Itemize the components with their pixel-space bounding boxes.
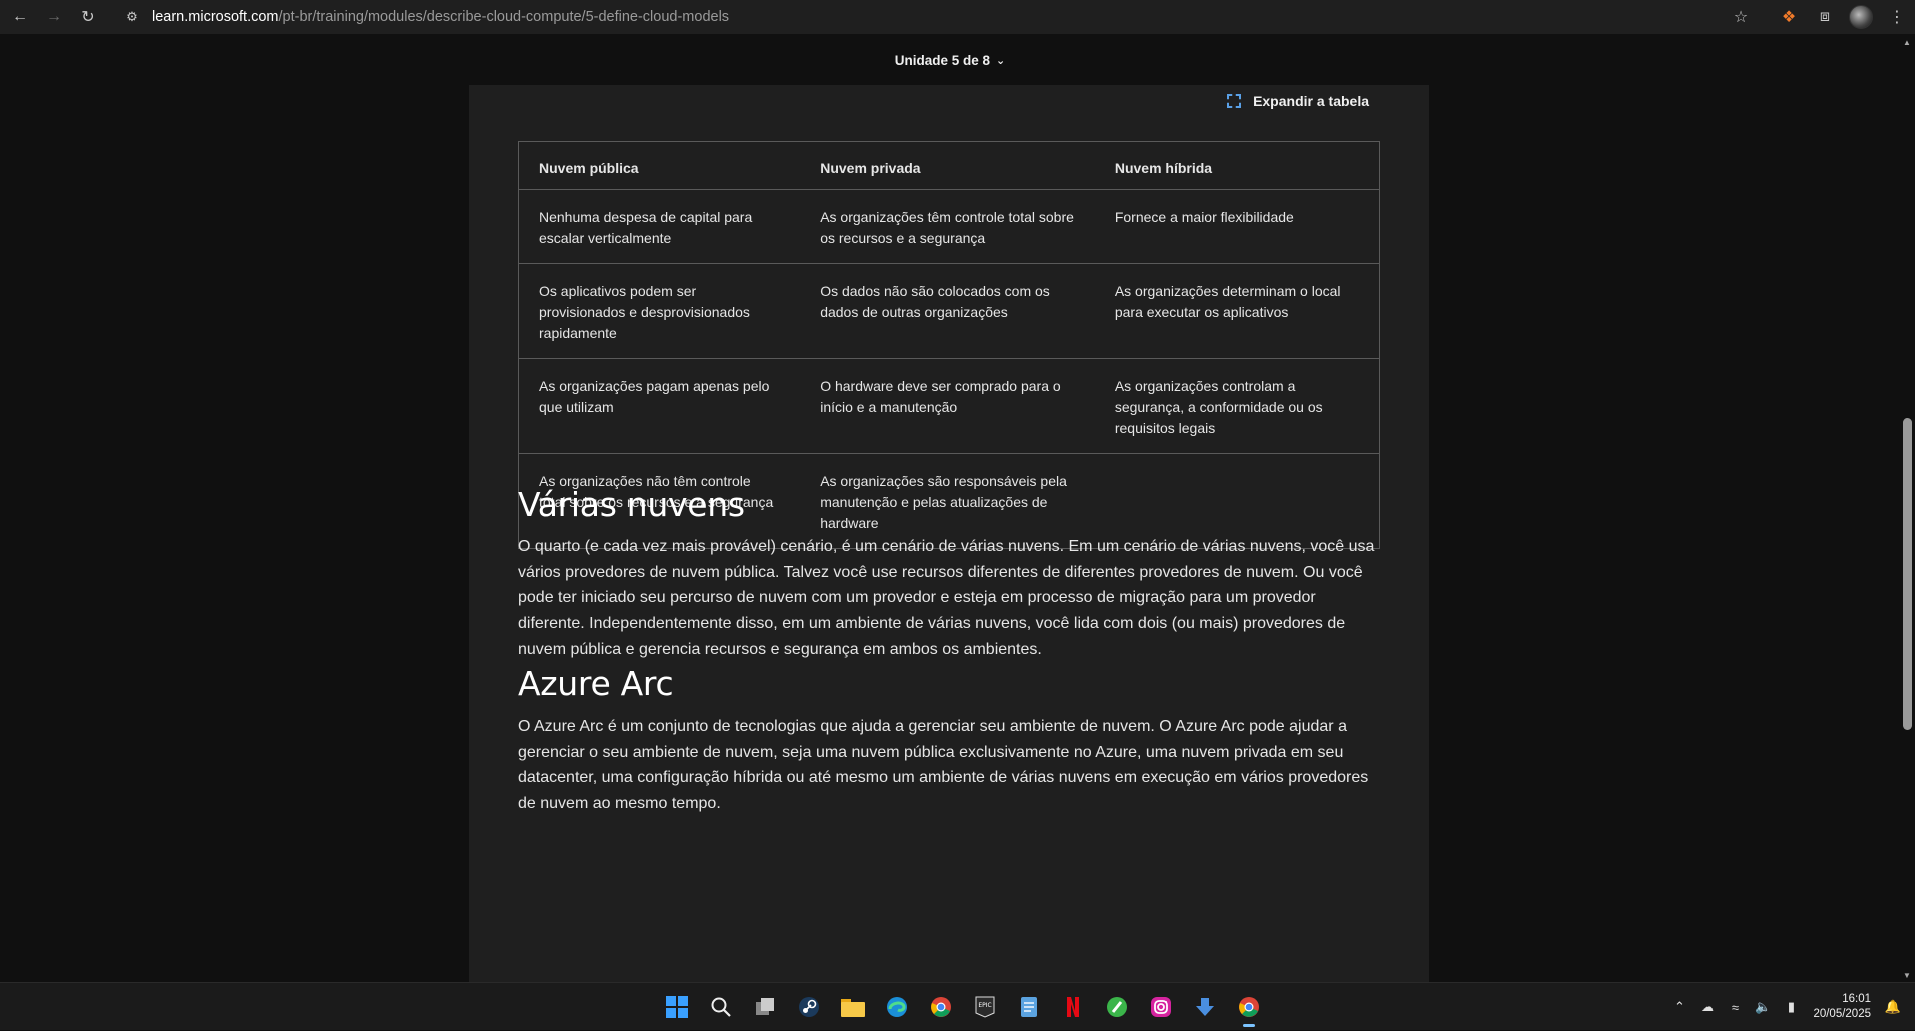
section-heading-multicloud: Várias nuvens [518, 485, 745, 524]
metamask-extension-icon[interactable]: ❖ [1771, 3, 1807, 31]
profile-avatar[interactable] [1843, 3, 1879, 31]
scroll-up-arrow-icon[interactable]: ▲ [1903, 38, 1911, 47]
browser-menu-icon[interactable]: ⋮ [1879, 3, 1915, 31]
table-cell: O hardware deve ser comprado para o iníc… [800, 358, 1095, 454]
notification-bell-icon[interactable]: 🔔 [1881, 995, 1905, 1019]
instagram-icon[interactable] [1139, 987, 1183, 1027]
table-cell: As organizações controlam a segurança, a… [1094, 358, 1380, 454]
address-bar[interactable]: ⚙ learn.microsoft.com/pt-br/training/mod… [122, 3, 1682, 31]
bookmark-star-icon[interactable]: ☆ [1723, 3, 1759, 31]
article-content: Expandir a tabela Nuvem pública Nuvem pr… [469, 85, 1429, 982]
table-cell: Os aplicativos podem ser provisionados e… [518, 263, 801, 359]
scrollbar-thumb[interactable] [1903, 418, 1912, 730]
system-clock[interactable]: 16:01 20/05/2025 [1813, 992, 1871, 1022]
battery-icon[interactable]: ▮ [1779, 995, 1803, 1019]
fullscreen-icon [1227, 94, 1242, 108]
search-icon[interactable] [699, 987, 743, 1027]
section-body-azure-arc: O Azure Arc é um conjunto de tecnologias… [518, 718, 1369, 813]
clock-time: 16:01 [1842, 993, 1871, 1005]
netflix-icon[interactable] [1051, 987, 1095, 1027]
table-row: Nenhuma despesa de capital para escalar … [518, 189, 1380, 264]
extensions-puzzle-icon[interactable]: ⧈ [1807, 3, 1843, 31]
table-cell: As organizações têm controle total sobre… [800, 189, 1095, 264]
reload-icon[interactable]: ↻ [74, 3, 102, 31]
task-view-icon[interactable] [743, 987, 787, 1027]
svg-text:EPIC: EPIC [978, 1002, 991, 1009]
chrome-active-icon[interactable] [1227, 987, 1271, 1027]
browser-toolbar: ← → ↻ ⚙ learn.microsoft.com/pt-br/traini… [0, 0, 1915, 34]
table-cell: As organizações pagam apenas pelo que ut… [518, 358, 801, 454]
table-cell: Nenhuma despesa de capital para escalar … [518, 189, 801, 264]
column-header: Nuvem híbrida [1094, 141, 1380, 190]
page-viewport: Unidade 5 de 8 ⌄ Expandir a tabela Nuvem… [0, 34, 1915, 982]
column-header: Nuvem privada [800, 141, 1095, 190]
column-header: Nuvem pública [518, 141, 801, 190]
chevron-up-icon[interactable]: ⌃ [1667, 995, 1691, 1019]
table-header-row: Nuvem pública Nuvem privada Nuvem híbrid… [518, 141, 1380, 190]
onedrive-offline-icon[interactable]: ☁ [1695, 995, 1719, 1019]
page-scrollbar[interactable]: ▲ ▼ [1900, 34, 1915, 982]
chrome-icon[interactable] [919, 987, 963, 1027]
clock-date: 20/05/2025 [1813, 1008, 1871, 1020]
utorrent-icon[interactable] [1095, 987, 1139, 1027]
back-arrow-icon[interactable]: ← [6, 3, 34, 31]
wifi-icon[interactable]: ≈ [1723, 995, 1747, 1019]
expand-table-label: Expandir a tabela [1253, 93, 1369, 109]
steam-icon[interactable] [787, 987, 831, 1027]
url-path: /pt-br/training/modules/describe-cloud-c… [278, 9, 730, 25]
section-heading-azure-arc: Azure Arc [518, 664, 674, 703]
site-info-icon[interactable]: ⚙ [122, 7, 142, 27]
epic-games-icon[interactable]: EPIC [963, 987, 1007, 1027]
expand-table-button[interactable]: Expandir a tabela [1227, 93, 1369, 109]
table-cell: Fornece a maior flexibilidade [1094, 189, 1380, 264]
forward-arrow-icon[interactable]: → [40, 3, 68, 31]
edge-browser-icon[interactable] [875, 987, 919, 1027]
table-row: Os aplicativos podem ser provisionados e… [518, 263, 1380, 359]
windows-taskbar: EPIC ⌃ ☁ ≈ 🔈 ▮ 16:01 20/05/2025 🔔 [0, 982, 1915, 1030]
windows-start-icon[interactable] [655, 987, 699, 1027]
unit-label: Unidade 5 de 8 [894, 52, 991, 68]
unit-selector[interactable]: Unidade 5 de 8 ⌄ [0, 34, 1900, 86]
section-body-multicloud: O quarto (e cada vez mais provável) cená… [518, 538, 1375, 658]
url-host: learn.microsoft.com [152, 9, 279, 25]
volume-icon[interactable]: 🔈 [1751, 995, 1775, 1019]
notepad-icon[interactable] [1007, 987, 1051, 1027]
table-cell: Os dados não são colocados com os dados … [800, 263, 1095, 359]
chevron-down-icon: ⌄ [996, 54, 1006, 67]
table-row: As organizações pagam apenas pelo que ut… [518, 358, 1380, 454]
table-cell: As organizações determinam o local para … [1094, 263, 1380, 359]
scroll-down-arrow-icon[interactable]: ▼ [1903, 971, 1911, 980]
download-manager-icon[interactable] [1183, 987, 1227, 1027]
file-explorer-icon[interactable] [831, 987, 875, 1027]
